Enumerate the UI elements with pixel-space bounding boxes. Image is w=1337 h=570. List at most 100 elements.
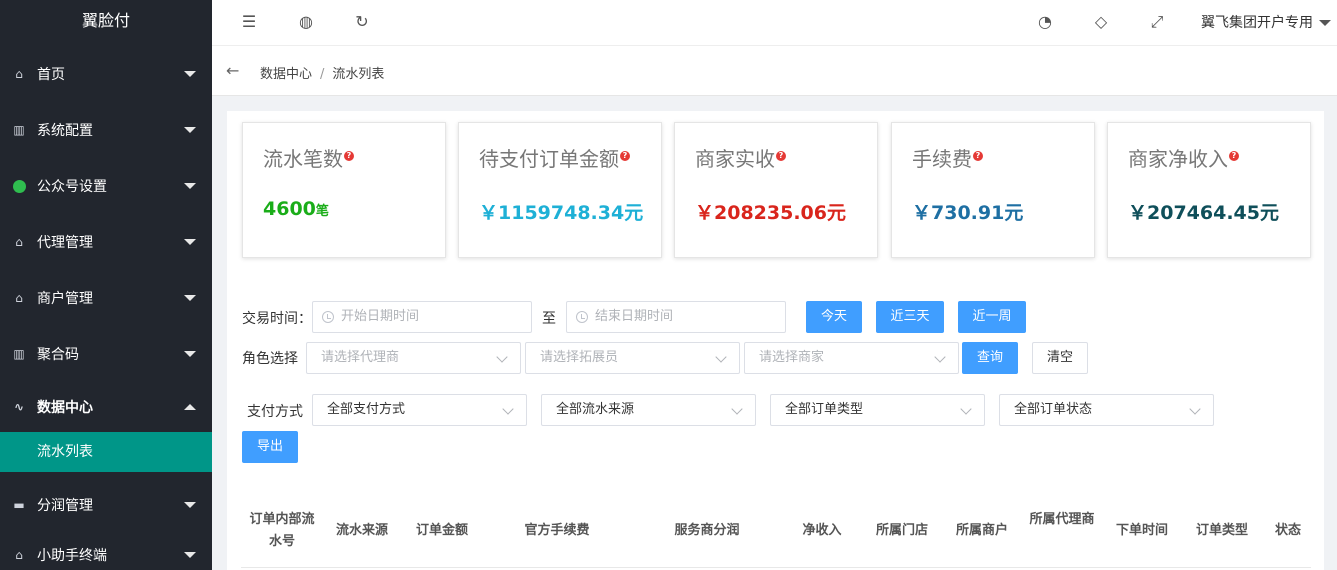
- chevron-down-icon: [731, 403, 743, 415]
- table-header-cell[interactable]: 所属门店: [867, 520, 937, 542]
- help-icon[interactable]: ?: [776, 151, 786, 161]
- sidebar-item-label: 公众号设置: [37, 179, 107, 195]
- last-3-days-button[interactable]: 近三天: [876, 301, 944, 333]
- chevron-down-icon: [715, 351, 727, 363]
- chevron-down-icon: [502, 403, 514, 415]
- stat-value: ￥730.91元: [912, 202, 1024, 224]
- tag-icon[interactable]: ◇: [1092, 13, 1110, 31]
- agent-select-placeholder: 请选择代理商: [321, 350, 400, 365]
- stat-title: 商家净收入?: [1128, 143, 1239, 172]
- table-header-cell[interactable]: 净收入: [797, 520, 847, 542]
- clock-icon: [576, 311, 588, 323]
- table-header-cell[interactable]: 下单时间: [1107, 520, 1177, 542]
- breadcrumb: 数据中心 / 流水列表: [260, 63, 384, 82]
- back-arrow-icon[interactable]: ←: [226, 61, 239, 80]
- sidebar-item-label: 代理管理: [37, 235, 93, 251]
- sidebar-item-agent-management[interactable]: ⌂ 代理管理: [0, 214, 212, 270]
- sidebar-item-home[interactable]: ⌂ 首页: [0, 46, 212, 102]
- stat-card-merchant-received: 商家实收? ￥208235.06元: [674, 122, 878, 258]
- promoter-select[interactable]: 请选择拓展员: [525, 342, 740, 374]
- breadcrumb-separator: /: [320, 67, 325, 82]
- home-icon: ⌂: [15, 291, 23, 305]
- sidebar: 翼脸付 ⌂ 首页 ▥ 系统配置 公众号设置 ⌂ 代理管理 ⌂ 商户管理 ▥ 聚合…: [0, 0, 212, 570]
- order-status-select[interactable]: 全部订单状态: [999, 394, 1214, 426]
- palette-icon[interactable]: ◔: [1036, 13, 1054, 31]
- sidebar-item-merchant-management[interactable]: ⌂ 商户管理: [0, 270, 212, 326]
- user-menu[interactable]: 翼飞集团开户专用: [1201, 12, 1331, 32]
- table-header-cell[interactable]: 服务商分润: [647, 520, 767, 542]
- order-type-select[interactable]: 全部订单类型: [770, 394, 985, 426]
- today-button[interactable]: 今天: [806, 301, 862, 333]
- main-content: 流水笔数? 4600笔 待支付订单金额? ￥1159748.34元 商家实收? …: [227, 111, 1324, 570]
- flow-source-select[interactable]: 全部流水来源: [541, 394, 756, 426]
- home-icon: ⌂: [15, 235, 23, 249]
- sidebar-item-wechat-settings[interactable]: 公众号设置: [0, 158, 212, 214]
- user-name: 翼飞集团开户专用: [1201, 15, 1313, 31]
- sidebar-item-label: 商户管理: [37, 291, 93, 307]
- help-icon[interactable]: ?: [344, 151, 354, 161]
- role-select-label: 角色选择: [242, 351, 298, 367]
- breadcrumb-item[interactable]: 数据中心: [260, 67, 312, 82]
- stat-title-text: 商家净收入: [1128, 147, 1228, 171]
- payment-method-select[interactable]: 全部支付方式: [312, 394, 527, 426]
- chevron-down-icon: [184, 351, 196, 357]
- chevron-down-icon: [184, 502, 196, 508]
- chevron-down-icon: [184, 239, 196, 245]
- flow-source-value: 全部流水来源: [556, 402, 635, 417]
- stat-value: 4600笔: [263, 198, 329, 220]
- query-button[interactable]: 查询: [962, 342, 1018, 374]
- sidebar-item-label: 分润管理: [37, 498, 93, 514]
- book-icon: ▥: [13, 123, 25, 137]
- chevron-down-icon: [184, 295, 196, 301]
- sidebar-item-label: 聚合码: [37, 347, 79, 363]
- table-header-cell[interactable]: 所属商户: [947, 520, 1017, 542]
- stat-title-text: 待支付订单金额: [479, 147, 619, 171]
- chevron-down-icon: [496, 351, 508, 363]
- start-datetime-input[interactable]: 开始日期时间: [312, 301, 532, 333]
- export-button[interactable]: 导出: [242, 431, 298, 463]
- help-icon[interactable]: ?: [1229, 151, 1239, 161]
- stat-title: 商家实收?: [695, 143, 786, 172]
- chevron-down-icon: [184, 71, 196, 77]
- sidebar-item-system-config[interactable]: ▥ 系统配置: [0, 102, 212, 158]
- help-icon[interactable]: ?: [973, 151, 983, 161]
- stat-value-text: 4600: [263, 198, 316, 220]
- stat-value: ￥208235.06元: [695, 202, 846, 224]
- chevron-up-icon: [184, 404, 196, 410]
- book-icon: ▥: [13, 347, 25, 361]
- table-header-cell[interactable]: 官方手续费: [497, 520, 617, 542]
- home-icon: ⌂: [15, 67, 23, 81]
- fullscreen-icon[interactable]: ⤢: [1148, 13, 1166, 31]
- indent-icon[interactable]: ☰: [240, 13, 258, 31]
- globe-icon[interactable]: ◍: [297, 13, 315, 31]
- table-header-cell[interactable]: 订单金额: [407, 520, 477, 542]
- end-datetime-input[interactable]: 结束日期时间: [566, 301, 786, 333]
- sidebar-subitem-flow-list[interactable]: 流水列表: [0, 432, 212, 472]
- sidebar-item-label: 系统配置: [37, 123, 93, 139]
- sidebar-item-label: 数据中心: [37, 400, 93, 416]
- sidebar-item-profit-sharing[interactable]: ▬ 分润管理: [0, 480, 212, 530]
- end-datetime-placeholder: 结束日期时间: [595, 309, 674, 324]
- table-header-cell[interactable]: 订单类型: [1187, 520, 1257, 542]
- table-header-cell[interactable]: 流水来源: [327, 520, 397, 542]
- help-icon[interactable]: ?: [620, 151, 630, 161]
- clear-button[interactable]: 清空: [1032, 342, 1088, 374]
- sidebar-item-assistant-terminal[interactable]: ⌂ 小助手终端: [0, 530, 212, 570]
- payment-method-label: 支付方式: [247, 404, 303, 420]
- stat-card-flow-count: 流水笔数? 4600笔: [242, 122, 446, 258]
- table-header-cell[interactable]: 所属代理商: [1029, 509, 1095, 531]
- agent-select[interactable]: 请选择代理商: [306, 342, 521, 374]
- sidebar-item-data-center[interactable]: ∿ 数据中心: [0, 382, 212, 432]
- table-header-cell[interactable]: 状态: [1275, 520, 1311, 542]
- merchant-select[interactable]: 请选择商家: [744, 342, 959, 374]
- chevron-down-icon: [934, 351, 946, 363]
- breadcrumb-item: 流水列表: [332, 67, 385, 82]
- table-header-cell[interactable]: 订单内部流水号: [247, 509, 317, 553]
- stat-value: ￥207464.45元: [1128, 202, 1279, 224]
- chevron-down-icon: [1319, 20, 1331, 26]
- refresh-icon[interactable]: ↻: [353, 13, 371, 31]
- stat-title: 手续费?: [912, 143, 983, 172]
- sidebar-item-aggregate-code[interactable]: ▥ 聚合码: [0, 326, 212, 382]
- last-week-button[interactable]: 近一周: [958, 301, 1026, 333]
- order-type-value: 全部订单类型: [785, 402, 864, 417]
